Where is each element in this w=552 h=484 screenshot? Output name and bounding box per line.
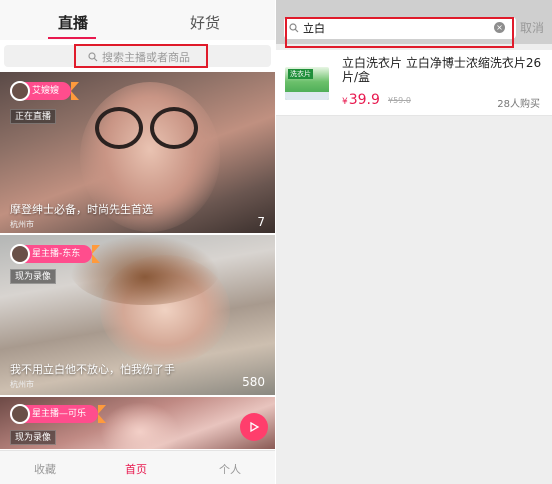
product-sold-count: 28人购买 [497,99,540,110]
tag-flag [98,405,107,423]
tab-goods[interactable]: 好货 [190,12,220,33]
glasses-shape [150,107,198,149]
product-image: 洗衣片 [285,67,329,100]
product-image-bar [285,92,329,100]
host-tag[interactable]: 艾嫂嫂 [10,81,80,101]
tag-flag [92,245,101,263]
live-card[interactable]: 星主播-东东 现为录像 我不用立白他不放心，怕我伤了手 杭州市 580 [0,235,275,395]
glasses-shape [95,107,143,149]
highlight-box-search-input [285,17,514,48]
avatar [10,81,30,101]
highlight-box-search [74,44,208,68]
top-tabs: 直播 好货 [0,0,275,40]
price-value: 39.9 [348,92,380,108]
host-name: 星主播-东东 [32,249,81,259]
product-title: 立白洗衣片 立白净博士浓缩洗衣片26片/盒 [342,56,542,84]
bottom-nav: 收藏 首页 个人 [0,450,275,484]
live-home-screen: 直播 好货 搜索主播或者商品 艾嫂嫂 正在直播 摩登绅士必备，时尚先生首选 杭州… [0,0,275,484]
tab-live[interactable]: 直播 [58,12,88,33]
card-title: 摩登绅士必备，时尚先生首选 [10,203,153,216]
host-name: 艾嫂嫂 [32,86,60,96]
card-city: 杭州市 [10,220,34,229]
screenshot-root: 直播 好货 搜索主播或者商品 艾嫂嫂 正在直播 摩登绅士必备，时尚先生首选 杭州… [0,0,552,484]
currency-symbol: ¥ [342,97,348,107]
status-badge: 现为录像 [10,269,57,284]
card-title: 我不用立白他不放心，怕我伤了手 [10,363,175,376]
search-result-screen: 立白 × 取消 洗衣片 立白洗衣片 立白净博士浓缩洗衣片26片/盒 ¥39.9 … [276,0,552,484]
nav-favorites[interactable]: 收藏 [34,461,56,477]
host-tag[interactable]: 星主播—可乐 [10,404,107,424]
host-tag[interactable]: 星主播-东东 [10,244,101,264]
product-price: ¥39.9 [342,92,380,108]
cancel-button[interactable]: 取消 [520,19,544,36]
live-card[interactable]: 艾嫂嫂 正在直播 摩登绅士必备，时尚先生首选 杭州市 7 [0,72,275,233]
product-result[interactable]: 洗衣片 立白洗衣片 立白净博士浓缩洗衣片26片/盒 ¥39.9 ¥59.0 28… [276,50,552,116]
status-badge: 正在直播 [10,109,57,124]
active-tab-indicator [48,37,96,39]
nav-home[interactable]: 首页 [125,461,147,477]
play-button[interactable] [240,413,268,441]
tag-flag [71,82,80,100]
viewer-count: 580 [242,375,265,389]
status-badge: 现为录像 [10,430,57,445]
avatar [10,404,30,424]
nav-profile[interactable]: 个人 [219,461,241,477]
product-old-price: ¥59.0 [388,96,411,105]
avatar [10,244,30,264]
product-image-label: 洗衣片 [288,69,313,79]
host-name: 星主播—可乐 [32,409,87,419]
play-icon [250,421,260,433]
viewer-count: 7 [257,215,265,229]
live-card[interactable]: 星主播—可乐 现为录像 [0,397,275,449]
cover-image [100,402,180,449]
card-city: 杭州市 [10,380,34,389]
